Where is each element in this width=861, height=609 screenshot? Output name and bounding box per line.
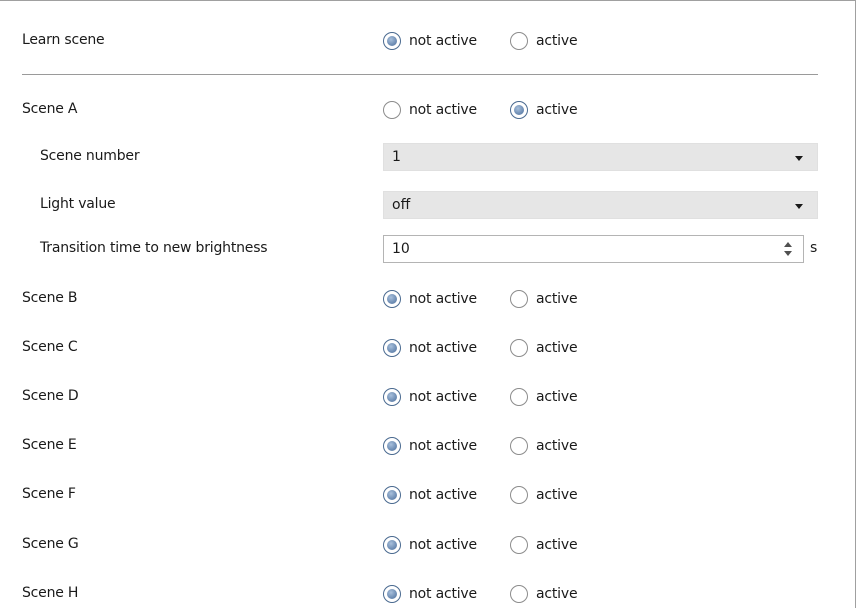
active-label: active [536,487,578,503]
scene-f-active-option[interactable]: active [510,483,578,507]
light-value-row: Light value off [0,190,860,220]
radio-unselected-icon[interactable] [510,585,528,603]
radio-selected-icon[interactable] [383,585,401,603]
learn-scene-not-active-option[interactable]: not active [383,29,477,53]
not-active-label: not active [409,340,477,356]
scene-c-row: Scene C not active active [0,333,860,363]
learn-scene-label: Learn scene [22,32,105,48]
radio-selected-icon[interactable] [383,536,401,554]
scene-b-not-active-option[interactable]: not active [383,287,477,311]
radio-unselected-icon[interactable] [510,290,528,308]
active-label: active [536,102,578,118]
not-active-label: not active [409,102,477,118]
radio-selected-icon[interactable] [383,388,401,406]
scene-b-active-option[interactable]: active [510,287,578,311]
transition-time-row: Transition time to new brightness s [0,234,860,264]
not-active-label: not active [409,291,477,307]
chevron-down-icon[interactable] [795,156,803,161]
not-active-label: not active [409,537,477,553]
scene-e-label: Scene E [22,437,77,453]
transition-time-unit: s [810,240,818,256]
scene-g-active-option[interactable]: active [510,533,578,557]
radio-unselected-icon[interactable] [510,339,528,357]
radio-unselected-icon[interactable] [510,388,528,406]
light-value-value: off [392,197,411,213]
scene-e-not-active-option[interactable]: not active [383,434,477,458]
not-active-label: not active [409,586,477,602]
active-label: active [536,33,578,49]
scene-number-row: Scene number 1 [0,142,860,172]
scene-d-row: Scene D not active active [0,382,860,412]
scene-f-label: Scene F [22,486,76,502]
scene-d-active-option[interactable]: active [510,385,578,409]
not-active-label: not active [409,487,477,503]
scene-h-active-option[interactable]: active [510,582,578,606]
spin-down-icon[interactable] [784,251,792,256]
not-active-label: not active [409,389,477,405]
not-active-label: not active [409,33,477,49]
not-active-label: not active [409,438,477,454]
radio-unselected-icon[interactable] [510,536,528,554]
scene-g-label: Scene G [22,536,79,552]
active-label: active [536,537,578,553]
active-label: active [536,291,578,307]
transition-time-label: Transition time to new brightness [40,240,268,256]
transition-time-input[interactable] [392,240,752,258]
scene-d-not-active-option[interactable]: not active [383,385,477,409]
scene-b-label: Scene B [22,290,78,306]
scene-c-not-active-option[interactable]: not active [383,336,477,360]
light-value-label: Light value [40,196,116,212]
scene-number-label: Scene number [40,148,140,164]
active-label: active [536,340,578,356]
scene-c-active-option[interactable]: active [510,336,578,360]
scene-f-not-active-option[interactable]: not active [383,483,477,507]
scene-d-label: Scene D [22,388,79,404]
scene-g-row: Scene G not active active [0,530,860,560]
scene-f-row: Scene F not active active [0,480,860,510]
active-label: active [536,389,578,405]
radio-unselected-icon[interactable] [510,486,528,504]
radio-selected-icon[interactable] [383,486,401,504]
transition-time-stepper[interactable] [383,235,804,263]
scene-number-dropdown[interactable]: 1 [383,143,818,171]
spin-up-icon[interactable] [784,242,792,247]
scene-a-row: Scene A not active active [0,95,860,125]
learn-scene-row: Learn scene not active active [0,26,860,56]
radio-selected-icon[interactable] [383,290,401,308]
parameter-panel: Learn scene not active active Scene A no… [0,0,856,608]
scene-h-row: Scene H not active active [0,579,860,609]
radio-unselected-icon[interactable] [383,101,401,119]
radio-selected-icon[interactable] [383,32,401,50]
separator [22,74,818,75]
scene-e-row: Scene E not active active [0,431,860,461]
radio-unselected-icon[interactable] [510,437,528,455]
scene-a-active-option[interactable]: active [510,98,578,122]
chevron-down-icon[interactable] [795,204,803,209]
active-label: active [536,586,578,602]
radio-unselected-icon[interactable] [510,32,528,50]
radio-selected-icon[interactable] [383,437,401,455]
active-label: active [536,438,578,454]
scene-number-value: 1 [392,149,401,165]
scene-g-not-active-option[interactable]: not active [383,533,477,557]
scene-b-row: Scene B not active active [0,284,860,314]
scene-a-not-active-option[interactable]: not active [383,98,477,122]
light-value-dropdown[interactable]: off [383,191,818,219]
learn-scene-active-option[interactable]: active [510,29,578,53]
scene-c-label: Scene C [22,339,78,355]
radio-selected-icon[interactable] [383,339,401,357]
radio-selected-icon[interactable] [510,101,528,119]
scene-e-active-option[interactable]: active [510,434,578,458]
scene-h-label: Scene H [22,585,79,601]
scene-a-label: Scene A [22,101,78,117]
scene-h-not-active-option[interactable]: not active [383,582,477,606]
